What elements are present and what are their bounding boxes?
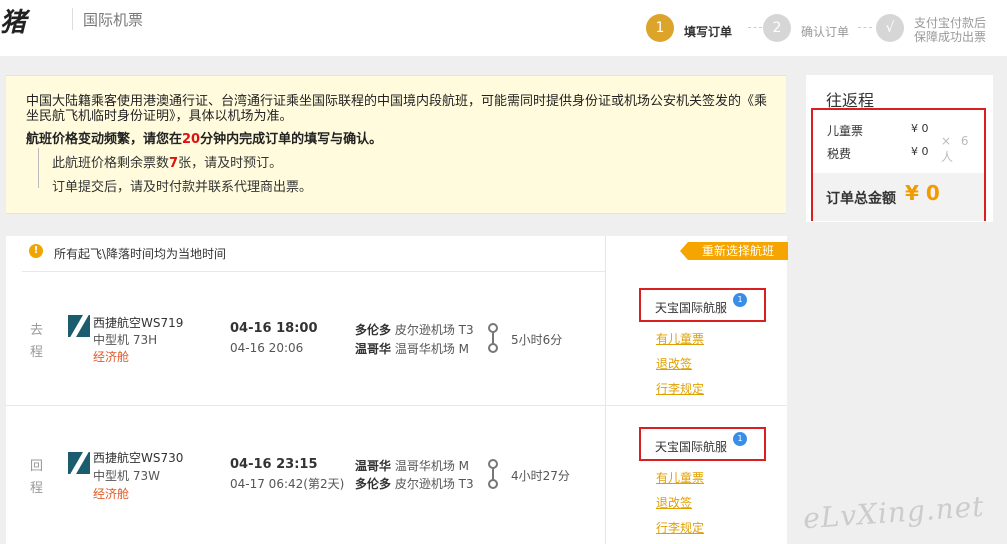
cabin-class: 经济舱	[93, 350, 130, 364]
refund-change-link[interactable]: 退改签	[656, 355, 692, 372]
departure-airport: 多伦多 皮尔逊机场 T3	[355, 321, 474, 338]
flight-duration: 5小时6分	[511, 333, 563, 347]
trip-direction: 去程	[30, 323, 44, 360]
remain-suffix: 张，请及时预订。	[178, 156, 283, 171]
trip-direction: 回程	[30, 459, 44, 496]
arrival-time: 04-17 06:42(第2天)	[230, 477, 345, 491]
remain-prefix: 此航班价格剩余票数	[52, 156, 170, 171]
submit-tip: 订单提交后，请及时付款并联系代理商出票。	[52, 180, 313, 195]
arrival-airport: 多伦多 皮尔逊机场 T3	[355, 475, 474, 492]
step-label: 确认订单	[801, 25, 850, 39]
total-value: ¥ 0	[905, 181, 940, 205]
arrival-airport-name: 皮尔逊机场 T3	[394, 477, 474, 491]
notice-panel: 中国大陆籍乘客使用港澳通行证、台湾通行证乘坐国际联程的中国境内段航班，可能需同时…	[6, 75, 786, 214]
aircraft-type: 中型机 73H	[93, 333, 158, 347]
arrival-time: 04-16 20:06	[230, 341, 304, 355]
summary-highlight-box: 儿童票 ¥ 0 税费 ¥ 0 × 6 人 订单总金额 ¥ 0	[811, 108, 986, 221]
airline-flight: 西捷航空WS719	[93, 316, 184, 330]
route-connector-icon	[487, 459, 499, 489]
step-label: 支付宝付款后保障成功出票	[914, 16, 987, 44]
watermark: eLvXing.net	[802, 489, 986, 536]
agent-service-box[interactable]: 天宝国际航服 1	[639, 427, 766, 461]
step-label: 填写订单	[684, 25, 733, 39]
page-title: 国际机票	[83, 11, 144, 29]
price-notice-minutes: 20	[182, 132, 201, 147]
cabin-class: 经济舱	[93, 487, 130, 501]
notice-bracket-line	[38, 148, 39, 188]
reselect-flight-button[interactable]: 重新选择航班	[680, 242, 788, 260]
id-requirement-notice: 中国大陆籍乘客使用港澳通行证、台湾通行证乘坐国际联程的中国境内段航班，可能需同时…	[26, 94, 768, 124]
departure-airport-name: 皮尔逊机场 T3	[394, 323, 474, 337]
agent-name[interactable]: 天宝国际航服	[655, 438, 727, 455]
arrival-city: 温哥华	[355, 342, 392, 356]
tax-row: 税费 ¥ 0	[827, 145, 929, 162]
westjet-logo-icon	[68, 315, 90, 337]
route-connector-icon	[487, 323, 499, 353]
page-header: 猪 国际机票 1 填写订单 2 确认订单 √ 支付宝付款后保障成功出票	[0, 0, 1007, 56]
order-summary-panel: 往返程 儿童票 ¥ 0 税费 ¥ 0 × 6 人 订单总金额 ¥ 0	[806, 75, 993, 222]
warning-icon: !	[29, 244, 43, 258]
tax-label: 税费	[827, 147, 852, 161]
total-label: 订单总金额	[826, 191, 896, 207]
child-ticket-value: ¥ 0	[911, 122, 929, 135]
return-flight-row: 回程 西捷航空WS730 中型机 73W 经济舱 04-16 23:15 04-…	[6, 406, 606, 536]
agent-badge: 1	[733, 293, 747, 307]
departure-airport: 温哥华 温哥华机场 M	[355, 457, 469, 474]
departure-airport-name: 温哥华机场 M	[394, 459, 470, 473]
agent-name[interactable]: 天宝国际航服	[655, 299, 727, 316]
departure-time: 04-16 18:00	[230, 321, 318, 336]
order-total: 订单总金额 ¥ 0	[813, 173, 984, 221]
step-number: 1	[646, 14, 674, 42]
outbound-flight-row: 去程 西捷航空WS719 中型机 73H 经济舱 04-16 18:00 04-…	[6, 272, 606, 402]
agent-service-box[interactable]: 天宝国际航服 1	[639, 288, 766, 322]
remaining-tickets-notice: 此航班价格剩余票数7张，请及时预订。	[52, 152, 282, 171]
aircraft-type: 中型机 73W	[93, 469, 160, 483]
departure-city: 温哥华	[355, 459, 392, 473]
tax-value: ¥ 0	[911, 145, 929, 158]
header-divider	[72, 8, 73, 30]
step-connector	[748, 27, 762, 28]
baggage-rules-link[interactable]: 行李规定	[656, 380, 704, 397]
arrival-airport-name: 温哥华机场 M	[394, 342, 470, 356]
check-icon: √	[876, 14, 904, 42]
local-time-text: 所有起飞\降落时间均为当地时间	[54, 247, 227, 261]
price-change-notice: 航班价格变动频繁，请您在20分钟内完成订单的填写与确认。	[26, 128, 382, 147]
price-notice-prefix: 航班价格变动频繁，请您在	[26, 132, 183, 147]
airline-flight: 西捷航空WS730	[93, 451, 184, 465]
step-number: 2	[763, 14, 791, 42]
baggage-rules-link[interactable]: 行李规定	[656, 519, 704, 536]
remain-count: 7	[169, 156, 179, 171]
arrival-city: 多伦多	[355, 477, 392, 491]
flight-duration: 4小时27分	[511, 469, 570, 483]
passenger-multiplier: × 6 人	[941, 134, 972, 164]
child-ticket-link[interactable]: 有儿童票	[656, 330, 704, 347]
child-ticket-row: 儿童票 ¥ 0	[827, 122, 929, 139]
site-logo[interactable]: 猪	[0, 2, 26, 39]
departure-time: 04-16 23:15	[230, 457, 318, 472]
departure-city: 多伦多	[355, 323, 392, 337]
westjet-logo-icon	[68, 452, 90, 474]
child-ticket-link[interactable]: 有儿童票	[656, 469, 704, 486]
refund-change-link[interactable]: 退改签	[656, 494, 692, 511]
price-notice-suffix: 分钟内完成订单的填写与确认。	[200, 132, 383, 147]
agent-badge: 1	[733, 432, 747, 446]
arrival-airport: 温哥华 温哥华机场 M	[355, 340, 469, 357]
step-connector	[858, 27, 872, 28]
child-ticket-label: 儿童票	[827, 124, 864, 138]
